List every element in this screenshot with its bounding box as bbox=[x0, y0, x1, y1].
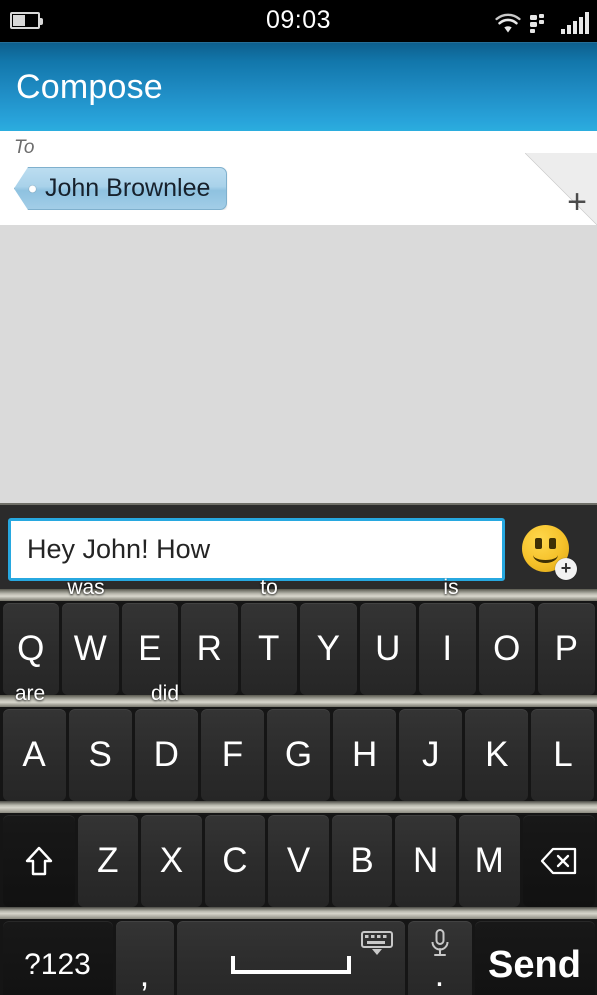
hide-keyboard-icon[interactable] bbox=[360, 931, 393, 955]
key-t[interactable]: T bbox=[240, 603, 297, 695]
key-f[interactable]: F bbox=[200, 709, 264, 801]
key-k[interactable]: K bbox=[465, 709, 529, 801]
plus-icon: + bbox=[567, 183, 587, 221]
key-o[interactable]: O bbox=[478, 603, 535, 695]
key-a[interactable]: A bbox=[2, 709, 66, 801]
key-j[interactable]: J bbox=[399, 709, 463, 801]
keyboard-divider-4 bbox=[0, 907, 597, 919]
prediction-strip-1: was to is bbox=[0, 576, 597, 601]
send-key[interactable]: Send bbox=[474, 921, 595, 995]
signal-bars-icon bbox=[561, 12, 589, 34]
prediction-word[interactable]: are bbox=[15, 682, 45, 706]
key-r[interactable]: R bbox=[181, 603, 238, 695]
prediction-strip-2: are did bbox=[0, 682, 597, 707]
message-input[interactable]: Hey John! How bbox=[8, 518, 505, 581]
keyboard-row-2: A S D F G H J K L bbox=[0, 707, 597, 801]
key-s[interactable]: S bbox=[68, 709, 132, 801]
prediction-word[interactable]: was bbox=[67, 576, 104, 600]
keyboard-row-bottom: ?123 , . Send bbox=[0, 919, 597, 995]
prediction-word[interactable]: is bbox=[443, 576, 458, 600]
key-l[interactable]: L bbox=[531, 709, 595, 801]
key-d[interactable]: D bbox=[134, 709, 198, 801]
key-z[interactable]: Z bbox=[77, 815, 139, 907]
shift-arrow-icon bbox=[25, 846, 52, 876]
emoji-button[interactable]: + bbox=[522, 525, 577, 580]
blackberry-logo-icon bbox=[530, 14, 544, 33]
add-recipient-button[interactable]: + bbox=[525, 153, 597, 225]
space-bar-glyph bbox=[230, 956, 351, 974]
key-c[interactable]: C bbox=[204, 815, 266, 907]
key-g[interactable]: G bbox=[266, 709, 331, 801]
key-b[interactable]: B bbox=[331, 815, 393, 907]
key-y[interactable]: Y bbox=[300, 603, 357, 695]
microphone-icon[interactable] bbox=[430, 929, 450, 959]
space-key[interactable] bbox=[176, 921, 405, 995]
recipients-field[interactable]: To John Brownlee + bbox=[0, 131, 597, 226]
message-body-area[interactable] bbox=[0, 225, 597, 504]
status-bar: 09:03 bbox=[0, 0, 597, 42]
smiley-mouth bbox=[533, 547, 558, 563]
key-p[interactable]: P bbox=[538, 603, 595, 695]
emoji-add-badge-icon: + bbox=[555, 558, 577, 580]
comma-key[interactable]: , bbox=[115, 921, 174, 995]
backspace-key[interactable] bbox=[522, 815, 595, 907]
keyboard-row-1: Q W E R T Y U I O P bbox=[0, 601, 597, 695]
recipient-name: John Brownlee bbox=[45, 174, 211, 202]
status-indicators bbox=[495, 8, 589, 34]
key-v[interactable]: V bbox=[268, 815, 329, 907]
keyboard-row-3: Z X C V B N M bbox=[0, 813, 597, 907]
backspace-icon bbox=[540, 847, 576, 875]
page-title: Compose bbox=[16, 68, 163, 106]
app-header: Compose bbox=[0, 42, 597, 131]
key-u[interactable]: U bbox=[359, 603, 416, 695]
prediction-word[interactable]: to bbox=[260, 576, 278, 600]
period-label: . bbox=[434, 956, 445, 994]
period-key[interactable]: . bbox=[407, 921, 472, 995]
keyboard-divider-3 bbox=[0, 801, 597, 813]
key-x[interactable]: X bbox=[141, 815, 202, 907]
wifi-icon bbox=[495, 13, 521, 33]
chip-dot-icon bbox=[29, 185, 36, 192]
key-m[interactable]: M bbox=[458, 815, 520, 907]
key-w[interactable]: W bbox=[62, 603, 119, 695]
to-label: To bbox=[14, 137, 35, 158]
virtual-keyboard: was to is Q W E R T Y U I O P are did A … bbox=[0, 576, 597, 995]
key-n[interactable]: N bbox=[395, 815, 456, 907]
shift-key[interactable] bbox=[2, 815, 75, 907]
prediction-word[interactable]: did bbox=[151, 682, 179, 706]
message-input-value: Hey John! How bbox=[27, 534, 211, 564]
recipient-chip[interactable]: John Brownlee bbox=[14, 167, 228, 210]
phone-screen: 09:03 Compose To John Brownlee + Hey Joh… bbox=[0, 0, 597, 995]
key-i[interactable]: I bbox=[419, 603, 476, 695]
symbols-key[interactable]: ?123 bbox=[2, 921, 113, 995]
key-h[interactable]: H bbox=[333, 709, 397, 801]
